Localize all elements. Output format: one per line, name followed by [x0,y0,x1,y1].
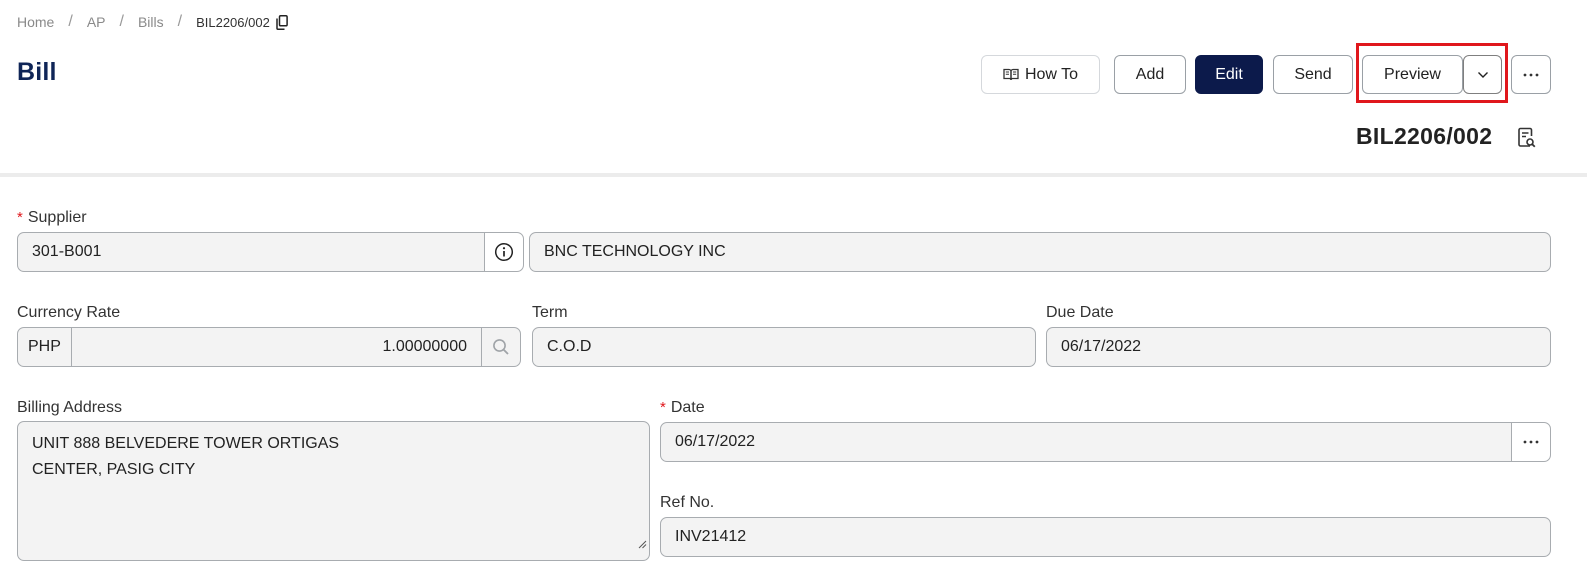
billing-address-line: UNIT 888 BELVEDERE TOWER ORTIGAS [32,435,340,452]
header-divider [0,173,1587,177]
how-to-label: How To [1024,65,1079,83]
more-icon [1523,73,1539,77]
more-actions-button[interactable] [1511,55,1551,94]
billing-address-textarea[interactable]: UNIT 888 BELVEDERE TOWER ORTIGAS CENTER,… [17,421,650,561]
currency-rate-field[interactable]: 1.00000000 [71,327,482,367]
ref-no-label: Ref No. [660,494,715,511]
supplier-name-value: BNC TECHNOLOGY INC [544,243,726,260]
supplier-info-button[interactable] [484,232,524,272]
date-picker-button[interactable] [1511,422,1551,462]
breadcrumb-home[interactable]: Home [17,14,54,30]
currency-rate-label: Currency Rate [17,304,121,321]
breadcrumb: Home / AP / Bills / BIL2206/002 [17,13,288,31]
date-field[interactable]: 06/17/2022 [660,422,1512,462]
document-number: BIL2206/002 [1356,123,1493,149]
ref-no-value: INV21412 [675,528,747,545]
due-date-label: Due Date [1046,304,1114,321]
due-date-value: 06/17/2022 [1061,338,1142,355]
breadcrumb-separator: / [119,13,124,30]
supplier-code-field[interactable]: 301-B001 [17,232,485,272]
info-icon [494,242,514,262]
page-title: Bill [17,58,57,86]
breadcrumb-separator: / [177,13,183,30]
document-search-icon[interactable] [1517,127,1537,154]
add-button[interactable]: Add [1114,55,1186,94]
breadcrumb-ap[interactable]: AP [87,14,106,30]
date-label-text: Date [670,399,705,416]
supplier-label-text: Supplier [27,209,87,226]
search-icon [492,338,510,356]
due-date-field[interactable]: 06/17/2022 [1046,327,1551,367]
date-value: 06/17/2022 [675,433,756,450]
term-value: C.O.D [547,338,592,355]
term-field[interactable]: C.O.D [532,327,1036,367]
edit-button[interactable]: Edit [1195,55,1263,94]
billing-address-line: CENTER, PASIG CITY [32,461,196,478]
currency-search-button[interactable] [481,327,521,367]
supplier-name-field[interactable]: BNC TECHNOLOGY INC [529,232,1551,272]
send-button[interactable]: Send [1273,55,1353,94]
supplier-code-value: 301-B001 [32,243,102,260]
currency-rate-value: 1.00000000 [382,338,467,355]
required-asterisk: * [660,399,666,416]
breadcrumb-separator: / [68,13,73,30]
required-asterisk: * [17,209,23,226]
how-to-button[interactable]: How To [981,55,1100,94]
date-label: * Date [660,399,705,417]
supplier-label: * Supplier [17,209,87,227]
billing-address-label: Billing Address [17,399,122,416]
currency-code-value: PHP [28,338,61,355]
breadcrumb-bills[interactable]: Bills [138,14,164,30]
resize-handle-icon[interactable] [638,532,647,558]
ref-no-field[interactable]: INV21412 [660,517,1551,557]
currency-code-field[interactable]: PHP [17,327,72,367]
more-icon [1523,440,1539,444]
term-label: Term [532,304,568,321]
preview-highlight-box [1356,43,1508,103]
book-icon [1003,68,1019,81]
copy-icon[interactable] [276,14,288,30]
breadcrumb-current: BIL2206/002 [196,14,270,30]
